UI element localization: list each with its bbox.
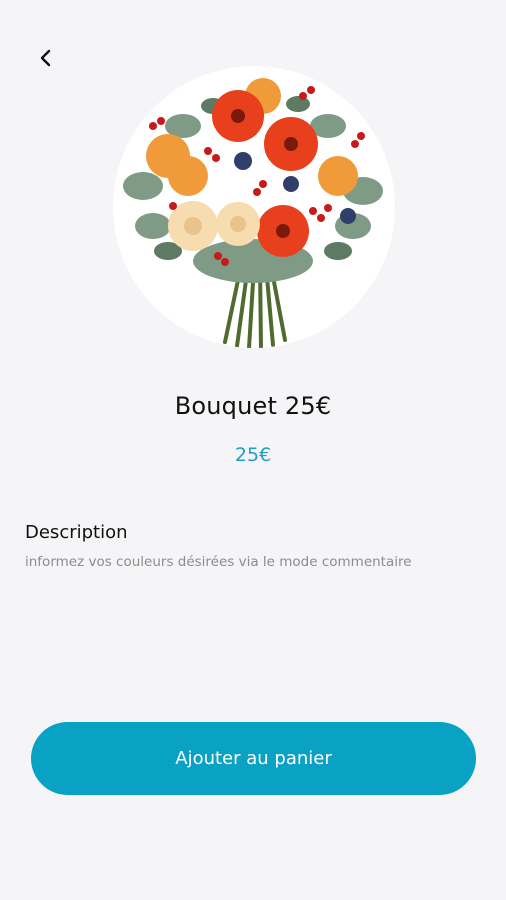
- product-image: [113, 66, 395, 348]
- description-text: informez vos couleurs désirées via le mo…: [25, 554, 412, 570]
- product-title: Bouquet 25€: [174, 392, 332, 420]
- product-price: 25€: [234, 444, 272, 466]
- add-to-cart-button[interactable]: Ajouter au panier: [31, 722, 476, 795]
- description-label: Description: [25, 522, 128, 543]
- add-to-cart-label: Ajouter au panier: [175, 748, 332, 769]
- back-button[interactable]: [28, 42, 64, 78]
- chevron-left-icon: [38, 48, 54, 72]
